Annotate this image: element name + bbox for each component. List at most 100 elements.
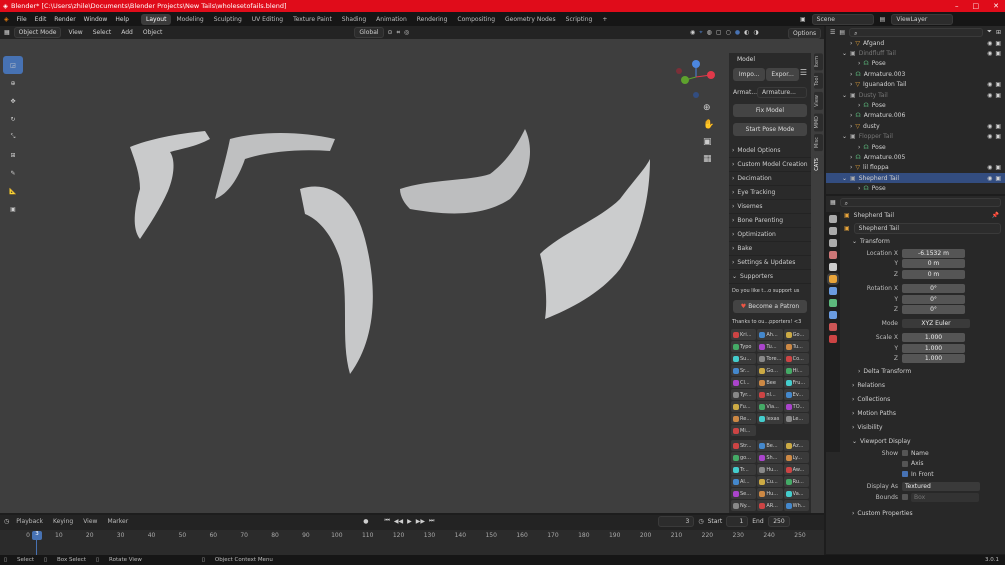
tab-uv-editing[interactable]: UV Editing bbox=[247, 14, 288, 25]
xray-icon[interactable]: ▢ bbox=[716, 29, 722, 36]
supporter-cell-9[interactable]: Sr... bbox=[731, 365, 757, 376]
supporter-cell-b-0[interactable]: Str... bbox=[731, 440, 757, 451]
maximize-button[interactable]: □ bbox=[973, 2, 980, 10]
rotation-x-field[interactable]: 0° bbox=[902, 284, 965, 294]
export-button[interactable]: Expor... bbox=[766, 68, 799, 81]
supporter-cell-14[interactable]: Fru... bbox=[783, 377, 809, 388]
outliner-row[interactable]: › ☊ Pose bbox=[826, 59, 1005, 69]
supporter-cell-7[interactable]: Tore... bbox=[757, 353, 783, 364]
playhead[interactable]: 3 bbox=[32, 531, 42, 540]
supporter-cell-b-8[interactable]: Aw... bbox=[783, 464, 809, 475]
supporter-cell-15[interactable]: Tyr... bbox=[731, 389, 757, 400]
menu-object[interactable]: Object bbox=[140, 29, 166, 36]
visibility-eye-icon[interactable]: ◉ bbox=[987, 133, 992, 140]
visibility-eye-icon[interactable]: ◉ bbox=[987, 50, 992, 57]
section-bake[interactable]: › Bake bbox=[729, 242, 811, 256]
supporter-cell-6[interactable]: Su... bbox=[731, 353, 757, 364]
supporter-cell-22[interactable]: lexas bbox=[757, 413, 783, 424]
supporter-cell-b-4[interactable]: Sh... bbox=[757, 452, 783, 463]
supporter-cell-b-9[interactable]: Al... bbox=[731, 476, 757, 487]
expand-arrow-icon[interactable]: › bbox=[850, 112, 852, 119]
properties-tab-view-layer-icon[interactable] bbox=[829, 251, 837, 259]
zoom-icon[interactable]: ⊕ bbox=[703, 103, 714, 113]
expand-arrow-icon[interactable]: › bbox=[850, 164, 852, 171]
rotation-y-field[interactable]: 0° bbox=[902, 294, 965, 304]
proportional-edit-icon[interactable]: ◎ bbox=[404, 29, 409, 36]
visibility-eye-icon[interactable]: ◉ bbox=[987, 123, 992, 130]
fix-model-button[interactable]: Fix Model bbox=[733, 104, 807, 117]
end-frame-field[interactable]: 250 bbox=[767, 515, 790, 527]
editor-type-icon[interactable]: ▦ bbox=[4, 29, 10, 36]
pan-hand-icon[interactable]: ✋ bbox=[703, 120, 714, 130]
supporter-cell-10[interactable]: Go... bbox=[757, 365, 783, 376]
section-model-options[interactable]: › Model Options bbox=[729, 144, 811, 158]
supporter-cell-23[interactable]: Le... bbox=[783, 413, 809, 424]
next-key-icon[interactable]: ▶▶ bbox=[416, 518, 425, 525]
tab-geometry-nodes[interactable]: Geometry Nodes bbox=[500, 14, 561, 25]
properties-tab-constraints-icon[interactable] bbox=[829, 323, 837, 331]
rotation-mode-selector[interactable]: XYZ Euler bbox=[902, 318, 970, 328]
perspective-grid-icon[interactable]: ▦ bbox=[703, 154, 714, 164]
scale-tool-icon[interactable]: ⤡ bbox=[3, 128, 23, 146]
measure-tool-icon[interactable]: 📐 bbox=[3, 182, 23, 200]
shading-rendered-icon[interactable]: ◑ bbox=[753, 29, 758, 36]
display-as-selector[interactable]: Textured bbox=[902, 482, 980, 492]
list-icon[interactable]: ☰ bbox=[800, 68, 807, 81]
prev-key-icon[interactable]: ◀◀ bbox=[394, 518, 403, 525]
render-camera-icon[interactable]: ▣ bbox=[995, 81, 1001, 88]
tab-modeling[interactable]: Modeling bbox=[171, 14, 208, 25]
properties-tab-output-icon[interactable] bbox=[829, 239, 837, 247]
supporter-cell-b-17[interactable]: Wh... bbox=[783, 500, 809, 511]
select-tool-icon[interactable]: ◲ bbox=[3, 56, 23, 74]
annotate-tool-icon[interactable]: ✎ bbox=[3, 164, 23, 182]
axis-checkbox[interactable] bbox=[902, 460, 908, 467]
new-collection-icon[interactable]: ⊞ bbox=[996, 29, 1001, 36]
section-bone-parenting[interactable]: › Bone Parenting bbox=[729, 214, 811, 228]
expand-arrow-icon[interactable]: › bbox=[858, 185, 860, 192]
menu-select[interactable]: Select bbox=[90, 29, 115, 36]
properties-tab-tool-icon[interactable] bbox=[829, 215, 837, 223]
outliner-row[interactable]: › ☊ Pose bbox=[826, 183, 1005, 193]
menu-edit[interactable]: Edit bbox=[31, 16, 51, 23]
3d-viewport[interactable]: ⊕ ✋ ▣ ▦ bbox=[0, 39, 824, 513]
filter-icon[interactable]: ⏷ bbox=[987, 28, 992, 36]
supporter-cell-12[interactable]: Cl... bbox=[731, 377, 757, 388]
start-frame-field[interactable]: 1 bbox=[726, 515, 749, 527]
minimize-button[interactable]: – bbox=[955, 2, 959, 10]
supporter-cell-4[interactable]: Tu... bbox=[757, 341, 783, 352]
supporter-cell-b-12[interactable]: Se... bbox=[731, 488, 757, 499]
rotate-tool-icon[interactable]: ↻ bbox=[3, 110, 23, 128]
properties-tab-scene-icon[interactable] bbox=[829, 263, 837, 271]
panel-collections[interactable]: › Collections bbox=[844, 392, 1005, 406]
shading-solid-icon[interactable]: ● bbox=[735, 29, 740, 36]
play-icon[interactable]: ▶ bbox=[407, 518, 412, 525]
section-decimation[interactable]: › Decimation bbox=[729, 172, 811, 186]
timeline-ruler[interactable]: 0 10 20 30 40 50 60 70 80 90 100 110 120 130 140 150 160… bbox=[0, 530, 824, 558]
outliner-row[interactable]: › ▽ Iguanadon Tail ◉ ▣ bbox=[826, 80, 1005, 90]
menu-timeline-view[interactable]: View bbox=[80, 518, 100, 525]
panel-transform[interactable]: ⌄ Transform bbox=[844, 234, 1005, 248]
become-patron-button[interactable]: ♥ Become a Patron bbox=[733, 300, 807, 313]
supporter-cell-16[interactable]: nl... bbox=[757, 389, 783, 400]
panel-viewport-display[interactable]: ⌄ Viewport Display bbox=[844, 434, 1005, 448]
outliner-row[interactable]: › ☊ Pose bbox=[826, 142, 1005, 152]
menu-keying[interactable]: Keying bbox=[50, 518, 76, 525]
name-checkbox[interactable] bbox=[902, 450, 908, 457]
menu-file[interactable]: File bbox=[13, 16, 31, 23]
options-button[interactable]: Options bbox=[788, 28, 822, 39]
outliner-row[interactable]: ⌄ ▣ Dusty Tail ◉ ▣ bbox=[826, 90, 1005, 100]
expand-arrow-icon[interactable]: › bbox=[858, 102, 860, 109]
transform-tool-icon[interactable]: ⊞ bbox=[3, 146, 23, 164]
expand-arrow-icon[interactable]: › bbox=[858, 60, 860, 67]
tab-layout[interactable]: Layout bbox=[141, 13, 172, 25]
section-custom-model[interactable]: › Custom Model Creation bbox=[729, 158, 811, 172]
menu-view[interactable]: View bbox=[65, 29, 85, 36]
supporter-cell-b-16[interactable]: AR... bbox=[757, 500, 783, 511]
supporter-cell-5[interactable]: Tu... bbox=[783, 341, 809, 352]
scale-x-field[interactable]: 1.000 bbox=[902, 333, 965, 343]
camera-icon[interactable]: ▣ bbox=[703, 137, 714, 147]
visibility-eye-icon[interactable]: ◉ bbox=[987, 175, 992, 182]
display-mode-icon[interactable]: ▤ bbox=[839, 29, 845, 36]
outliner-row[interactable]: › ☊ Armature.005 bbox=[826, 152, 1005, 162]
supporter-cell-18[interactable]: Fu... bbox=[731, 401, 757, 412]
